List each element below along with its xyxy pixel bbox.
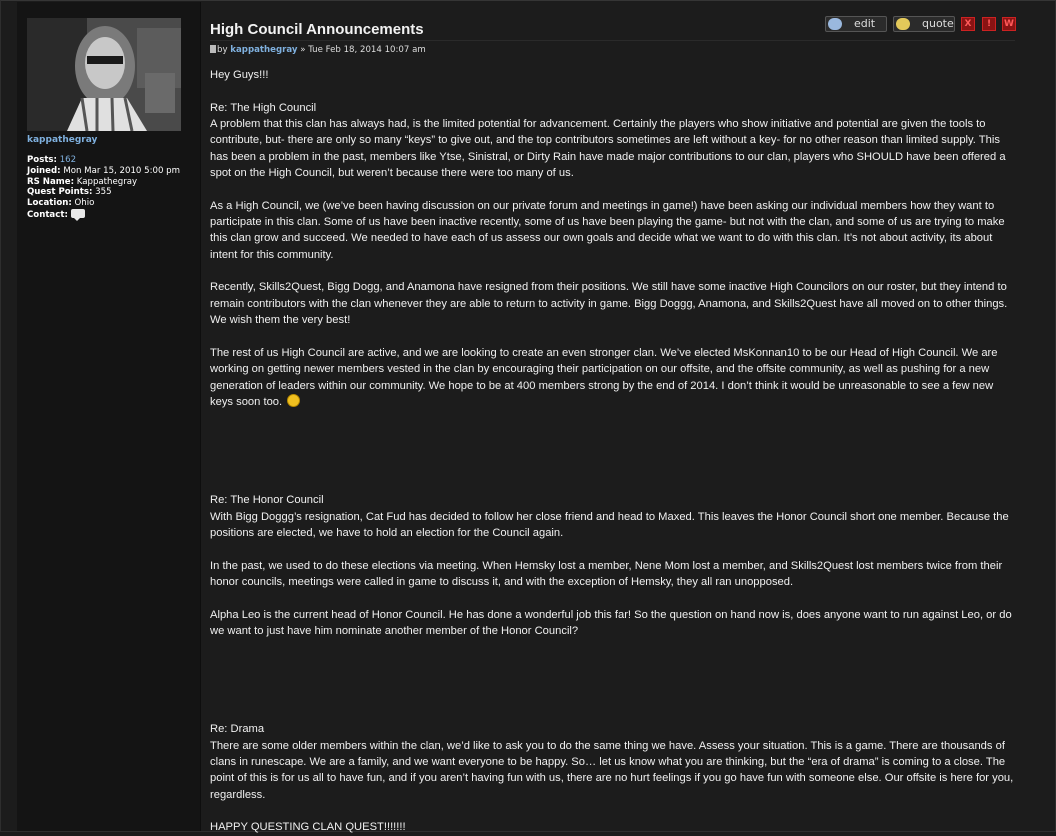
profile-location: Location: Ohio	[27, 198, 180, 209]
paragraph-5: With Bigg Doggg’s resignation, Cat Fud h…	[210, 510, 1009, 539]
by-label: by	[217, 45, 228, 55]
closing-text: HAPPY QUESTING CLAN QUEST!!!!!!!	[210, 821, 406, 834]
section-heading-drama: Re: Drama	[210, 723, 265, 736]
paragraph-6: In the past, we used to do these electio…	[210, 559, 1003, 588]
profile-rsname: RS Name: Kappathegray	[27, 177, 180, 188]
location-label: Location:	[27, 198, 72, 209]
joined-value: Mon Mar 15, 2010 5:00 pm	[63, 165, 180, 176]
paragraph-4: The rest of us High Council are active, …	[210, 345, 1015, 410]
quest-points-label: Quest Points:	[27, 187, 93, 198]
title-divider	[210, 40, 1015, 41]
warn-user-button[interactable]: W	[1002, 17, 1016, 31]
forum-post: kappathegray Posts: 162 Joined: Mon Mar …	[0, 0, 1056, 833]
profile-username[interactable]: kappathegray	[27, 135, 97, 145]
paragraph-4-text: The rest of us High Council are active, …	[210, 346, 998, 408]
rsname-label: RS Name:	[27, 176, 75, 187]
quote-button[interactable]: quote	[893, 16, 955, 32]
paragraph-3: Recently, Skills2Quest, Bigg Dogg, and A…	[210, 281, 1008, 327]
section-heading-high-council: Re: The High Council	[210, 101, 317, 114]
profile-joined: Joined: Mon Mar 15, 2010 5:00 pm	[27, 166, 180, 177]
paragraph-7: Alpha Leo is the current head of Honor C…	[210, 608, 1012, 637]
post-link-icon[interactable]	[210, 45, 216, 53]
edit-button[interactable]: edit	[825, 16, 887, 32]
post-author-link[interactable]: kappathegray	[230, 45, 297, 55]
profile-posts: Posts: 162	[27, 155, 180, 166]
post-meta: by kappathegray » Tue Feb 18, 2014 10:07…	[210, 45, 426, 55]
wink-smiley-icon	[287, 393, 301, 407]
post-body: Hey Guys!!! Re: The High Council A probl…	[210, 67, 1015, 836]
greeting-text: Hey Guys!!!	[210, 69, 269, 81]
paragraph-2: As a High Council, we (we’ve been having…	[210, 199, 1005, 261]
message-icon[interactable]	[70, 208, 85, 221]
rsname-value: Kappathegray	[76, 176, 138, 187]
posts-count-link[interactable]: 162	[60, 155, 76, 165]
post-profile-sidebar: kappathegray Posts: 162 Joined: Mon Mar …	[17, 2, 201, 831]
avatar-photo	[27, 18, 181, 131]
profile-details: Posts: 162 Joined: Mon Mar 15, 2010 5:00…	[27, 155, 180, 221]
post-title[interactable]: High Council Announcements	[210, 21, 424, 38]
user-avatar[interactable]	[27, 18, 181, 131]
posts-label: Posts:	[27, 155, 57, 165]
paragraph-8: There are some older members within the …	[210, 739, 1014, 801]
section-heading-honor-council: Re: The Honor Council	[210, 494, 324, 507]
edit-icon	[828, 18, 842, 30]
post-date: Tue Feb 18, 2014 10:07 am	[308, 45, 426, 55]
quote-label: quote	[922, 17, 954, 30]
location-value: Ohio	[74, 198, 95, 209]
contact-label: Contact:	[27, 209, 68, 220]
paragraph-1: A problem that this clan has always had,…	[210, 118, 1006, 180]
meta-separator: »	[300, 45, 306, 55]
quote-icon	[896, 18, 910, 30]
quest-points-value: 355	[95, 187, 112, 198]
profile-contact: Contact:	[27, 208, 180, 221]
profile-quest-points: Quest Points: 355	[27, 187, 180, 198]
edit-label: edit	[854, 17, 876, 30]
delete-post-button[interactable]: X	[961, 17, 975, 31]
report-post-button[interactable]: !	[982, 17, 996, 31]
joined-label: Joined:	[27, 165, 61, 176]
